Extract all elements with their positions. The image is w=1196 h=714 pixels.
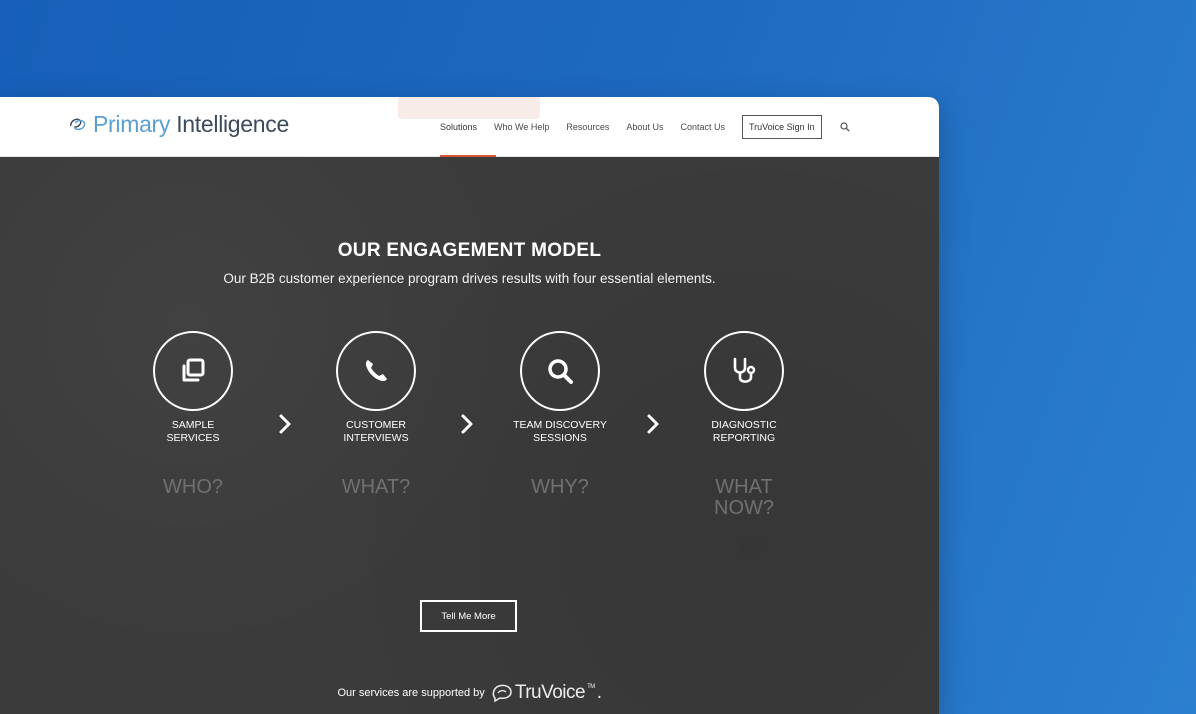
magnifier-icon [548,359,573,384]
engagement-model-section: OUR ENGAGEMENT MODEL Our B2B customer ex… [0,157,939,714]
step-icon-circle [520,331,600,411]
step-label-line1: SAMPLE [171,419,215,431]
nav-item-contact-us[interactable]: Contact Us [680,122,725,132]
step-label-line2: SERVICES [166,432,220,444]
search-icon[interactable] [840,121,850,132]
phone-icon [365,360,387,382]
step-label: CUSTOMER INTERVIEWS [301,419,451,445]
step-customer-interviews: CUSTOMER INTERVIEWS WHAT? [301,331,451,498]
step-label-line1: CUSTOMER [346,419,406,431]
tell-me-more-button[interactable]: Tell Me More [420,600,517,632]
nav-item-resources[interactable]: Resources [566,122,609,132]
truvoice-wordmark: TruVoice [514,682,586,703]
section-title: OUR ENGAGEMENT MODEL [337,240,602,261]
logo-wordmark: Primary Intelligence [93,111,289,138]
step-question: WHAT? [301,477,451,498]
truvoice-trademark: TM [587,684,595,690]
stethoscope-icon [733,357,756,383]
step-label-line2: SESSIONS [533,432,587,444]
site-header: Primary Intelligence Solutions Who We He… [0,97,939,157]
step-label-line2: INTERVIEWS [343,432,409,444]
truvoice-signin-button[interactable]: TruVoice Sign In [741,114,822,139]
step-icon-circle [336,331,416,411]
step-icon-circle [704,331,784,411]
step-diagnostic-reporting: DIAGNOSTIC REPORTING WHAT NOW? [669,331,819,519]
logo-word-primary: Primary [93,111,171,137]
step-question-line1: WHAT [715,476,773,498]
step-label-line1: TEAM DISCOVERY [513,419,607,431]
truvoice-period: . [596,682,602,703]
nav-item-about-us[interactable]: About Us [626,122,663,132]
copy-icon [182,358,205,382]
logo-word-intelligence: Intelligence [176,111,289,137]
step-label: DIAGNOSTIC REPORTING [669,419,819,445]
step-question: WHO? [118,477,268,498]
primary-intelligence-logo-icon [69,118,86,130]
supported-by-text: Our services are supported by [337,687,485,699]
step-icon-circle [153,331,233,411]
chevron-right-icon [647,414,659,434]
step-label: TEAM DISCOVERY SESSIONS [485,419,635,445]
truvoice-speech-bubble-icon [492,684,512,703]
step-question-line1: WHY? [531,476,589,498]
step-question-line1: WHO? [163,476,223,498]
step-question-line1: WHAT? [341,476,411,498]
main-nav: Solutions Who We Help Resources About Us… [440,97,850,156]
chevron-right-icon [279,414,291,434]
step-sample-services: SAMPLE SERVICES WHO? [118,331,268,498]
step-question: WHAT NOW? [669,477,819,519]
section-subtitle: Our B2B customer experience program driv… [223,271,716,286]
step-label: SAMPLE SERVICES [118,419,268,445]
step-label-line1: DIAGNOSTIC [711,419,777,431]
supported-by: Our services are supported by TruVoice T… [0,682,939,704]
nav-item-solutions[interactable]: Solutions [440,122,477,132]
step-label-line2: REPORTING [712,432,776,444]
site-logo[interactable]: Primary Intelligence [67,111,289,138]
nav-item-who-we-help[interactable]: Who We Help [494,122,549,132]
browser-window: Primary Intelligence Solutions Who We He… [0,97,939,714]
step-question-line2: NOW? [714,497,774,519]
step-team-discovery-sessions: TEAM DISCOVERY SESSIONS WHY? [485,331,635,498]
chevron-right-icon [461,414,473,434]
step-question: WHY? [485,477,635,498]
truvoice-logo[interactable]: TruVoice TM . [491,682,602,704]
